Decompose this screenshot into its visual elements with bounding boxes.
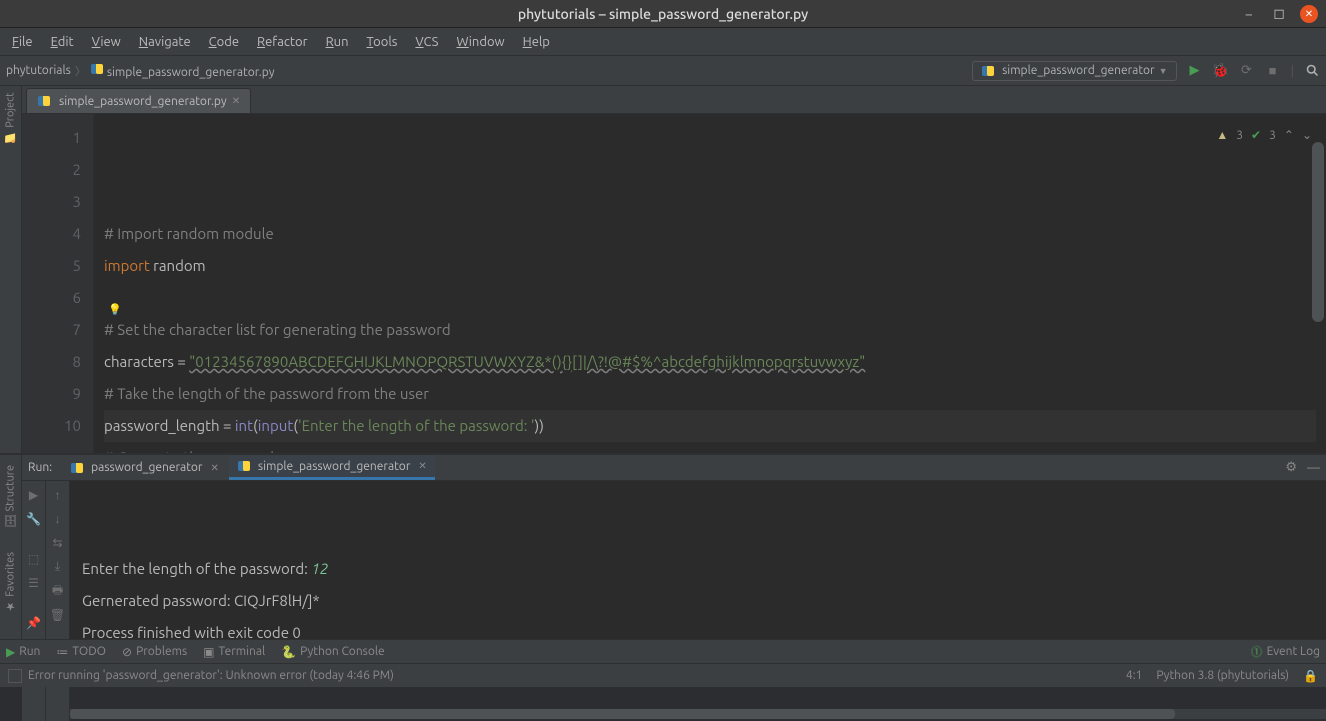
- console-output[interactable]: Enter the length of the password: 12Gern…: [70, 481, 1326, 721]
- print-icon[interactable]: 🖶: [50, 583, 66, 599]
- run-icon[interactable]: ▶: [1187, 63, 1203, 79]
- run-tab[interactable]: simple_password_generator✕: [229, 455, 435, 480]
- menu-run[interactable]: Run: [318, 33, 357, 51]
- menu-file[interactable]: File: [4, 33, 41, 51]
- rerun-icon[interactable]: ▶: [26, 487, 42, 503]
- check-icon: ✔: [1251, 120, 1261, 152]
- scroll-down-icon[interactable]: ⬚: [26, 551, 42, 567]
- close-tab-icon[interactable]: ✕: [210, 462, 218, 474]
- stop-icon[interactable]: ■: [1265, 63, 1281, 79]
- menu-code[interactable]: Code: [201, 33, 247, 51]
- run-tool-window: 🗄 Structure ★ Favorites Run: password_ge…: [0, 453, 1326, 639]
- python-icon: [237, 459, 251, 473]
- console-scrollbar[interactable]: [70, 709, 1326, 719]
- scroll-end-icon[interactable]: ⤓: [50, 559, 66, 575]
- minimize-panel-icon[interactable]: —: [1307, 461, 1320, 475]
- close-tab-icon[interactable]: ✕: [418, 460, 426, 472]
- editor-scrollbar[interactable]: [1312, 142, 1324, 453]
- python-icon: [90, 62, 104, 76]
- menu-window[interactable]: Window: [448, 33, 512, 51]
- python-icon: [37, 94, 51, 108]
- menu-help[interactable]: Help: [515, 33, 558, 51]
- chevron-down-icon[interactable]: ⌄: [1302, 120, 1312, 152]
- title-bar: phytutorials – simple_password_generator…: [0, 0, 1326, 28]
- menu-refactor[interactable]: Refactor: [249, 33, 316, 51]
- trash-icon[interactable]: 🗑: [50, 607, 66, 623]
- inspection-summary[interactable]: ▲3 ✔3 ⌃ ⌄: [1216, 120, 1312, 152]
- code-content[interactable]: ▲3 ✔3 ⌃ ⌄ # Import random moduleimport r…: [94, 114, 1326, 453]
- down-arrow-icon[interactable]: ↓: [50, 511, 66, 527]
- tool-structure[interactable]: 🗄 Structure: [4, 465, 17, 528]
- menu-edit[interactable]: Edit: [43, 33, 82, 51]
- menu-view[interactable]: View: [84, 33, 129, 51]
- close-icon[interactable]: ✕: [1300, 5, 1318, 23]
- run-configuration-selector[interactable]: simple_password_generator ▼: [972, 61, 1176, 81]
- up-arrow-icon[interactable]: ↑: [50, 487, 66, 503]
- coverage-icon[interactable]: ⟳: [1239, 63, 1255, 79]
- menu-vcs[interactable]: VCS: [407, 33, 446, 51]
- navigation-bar: phytutorials 〉 simple_password_generator…: [0, 56, 1326, 86]
- tool-favorites[interactable]: ★ Favorites: [4, 552, 17, 613]
- tool-windows-toggle-icon[interactable]: [8, 669, 22, 683]
- chevron-down-icon: ▼: [1159, 66, 1168, 76]
- python-icon: [981, 64, 995, 78]
- menu-navigate[interactable]: Navigate: [131, 33, 199, 51]
- python-icon: [70, 461, 84, 475]
- breadcrumb: phytutorials 〉 simple_password_generator…: [6, 62, 275, 79]
- breadcrumb-project[interactable]: phytutorials: [6, 64, 71, 77]
- close-tab-icon[interactable]: ✕: [232, 95, 240, 107]
- maximize-icon[interactable]: ◻: [1270, 5, 1288, 23]
- menu-tools[interactable]: Tools: [359, 33, 406, 51]
- editor-tab[interactable]: simple_password_generator.py ✕: [26, 88, 251, 113]
- left-tool-gutter: 📁 Project: [0, 86, 22, 453]
- window-title: phytutorials – simple_password_generator…: [518, 6, 808, 22]
- minimize-icon[interactable]: −: [1240, 5, 1258, 23]
- wrench-icon[interactable]: 🔧: [26, 511, 42, 527]
- warning-icon: ▲: [1216, 120, 1228, 152]
- code-editor[interactable]: 12345678910 ▲3 ✔3 ⌃ ⌄ # Import random mo…: [22, 114, 1326, 453]
- run-panel-label: Run:: [28, 461, 52, 474]
- gear-icon[interactable]: ⚙: [1285, 460, 1297, 475]
- gutter-line-numbers: 12345678910: [22, 114, 94, 453]
- left-tool-gutter-mid: 🗄 Structure ★ Favorites: [0, 455, 22, 639]
- run-tab[interactable]: password_generator✕: [62, 457, 227, 479]
- tool-project[interactable]: 📁 Project: [4, 92, 17, 144]
- chevron-right-icon: 〉: [75, 63, 86, 79]
- editor-tabs: simple_password_generator.py ✕: [22, 86, 1326, 114]
- pin-icon[interactable]: 📌: [26, 615, 42, 631]
- layout-icon[interactable]: ☰: [26, 575, 42, 591]
- soft-wrap-icon[interactable]: ⇆: [50, 535, 66, 551]
- chevron-up-icon[interactable]: ⌃: [1284, 120, 1294, 152]
- breadcrumb-file[interactable]: simple_password_generator.py: [90, 62, 275, 79]
- search-icon[interactable]: [1304, 63, 1320, 79]
- debug-icon[interactable]: 🐞: [1213, 63, 1229, 79]
- menu-bar: File Edit View Navigate Code Refactor Ru…: [0, 28, 1326, 56]
- run-tool-button[interactable]: ▶ Run: [6, 645, 40, 659]
